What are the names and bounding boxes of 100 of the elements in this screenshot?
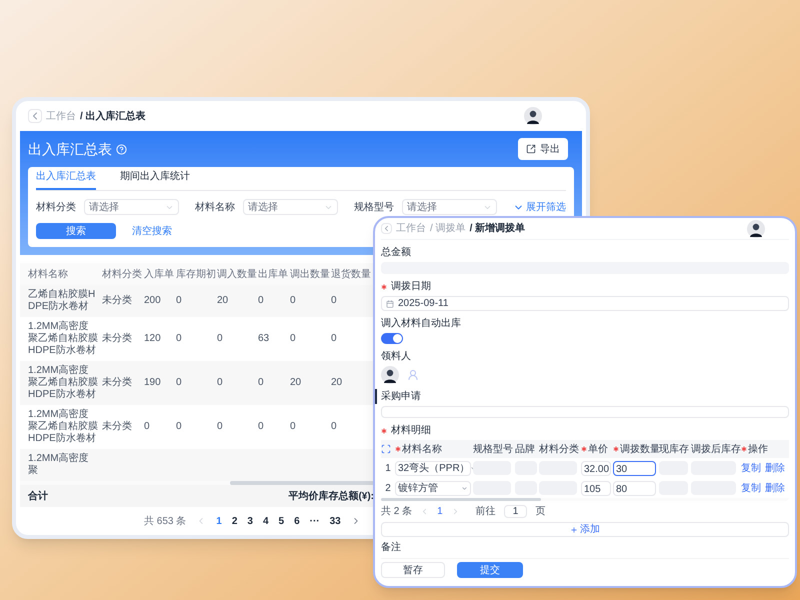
page-number[interactable]: 3 [247,514,253,528]
form-label: 领料人 [381,350,411,364]
table-cell-text: 0 [176,421,183,433]
table-cell-text: 1.2MM高密度聚乙烯自粘胶膜HDPE防水卷材 [28,365,99,401]
page-number[interactable]: 4 [262,514,268,528]
table-cell-text: 0 [217,421,224,433]
filter-label: 材料分类 [36,200,76,214]
table-cell-text: 20 [217,295,230,307]
table-cell-text: 0 [331,295,338,307]
table-cell-text: 63 [258,333,270,345]
column-header: 调拨后库存 [691,442,741,456]
table-cell-text: 0 [258,421,265,433]
filter-label: 材料名称 [195,200,235,214]
column-header: 规格型号 [473,442,513,456]
table-cell-text: 0 [144,421,151,433]
column-header: 调出数量 [290,268,331,282]
add-button[interactable]: 添加 [381,522,789,537]
form-label: 调入材料自动出库 [381,316,461,331]
table-cell-text: 未分类 [102,377,133,389]
column-header: 操作 [748,442,768,456]
column-header: 单价 [588,442,608,456]
form-label: 调拨日期 [391,280,431,294]
page-number[interactable]: 1 [437,504,443,519]
column-header: 材料分类 [539,442,579,456]
table-cell-text: 0 [290,421,297,433]
table-cell-text: 1.2MM高密度聚 [28,453,90,477]
select-field[interactable]: 请选择 [402,199,497,215]
date-field[interactable]: 2025-09-11 [381,296,789,311]
table-cell-text: 乙烯自粘胶膜HDPE防水卷材 [28,289,96,313]
table-cell-text: 120 [144,333,162,345]
material-select[interactable]: 镀锌方管 [395,480,471,496]
table-cell-text: 0 [176,295,183,307]
form-label: 总金额 [381,246,411,260]
page-number[interactable]: 5 [278,514,284,528]
breadcrumb-item[interactable]: / 出入库汇总表 [80,108,146,124]
search-button[interactable]: 搜索 [36,223,116,239]
pagination-total: 共 653 条 [144,514,186,528]
row-action-link[interactable]: 复制 [741,480,761,496]
table-cell-text: 190 [144,377,162,389]
row-action-link[interactable]: 删除 [765,460,785,476]
column-header: 退货数量 [331,268,372,282]
tab[interactable]: 出入库汇总表 [36,169,96,190]
goto-page-field[interactable]: 1 [504,505,528,518]
table-cell-text: 0 [217,333,224,345]
table-cell-text: 200 [144,295,162,307]
table-cell-text: 0 [290,295,297,307]
page-title: 出入库汇总表 [28,140,112,158]
summary-total-label: 平均价库存总额(¥): [288,489,374,504]
column-header: 调入数量 [217,268,258,282]
table-cell-text: 0 [331,333,338,345]
table-cell-text: 未分类 [102,333,133,345]
form-label: 备注 [381,540,402,555]
column-header: 材料分类 [102,268,143,282]
table-cell-text: 0 [217,377,224,389]
pagination-total: 共 2 条 [381,504,412,519]
page-number[interactable]: 1 [216,514,222,528]
column-header: 库存期初 [176,268,217,282]
filter-label: 规格型号 [354,200,394,214]
column-header: 材料名称 [402,442,442,456]
submit-button[interactable]: 提交 [457,562,523,578]
table-cell-text: 0 [258,295,265,307]
table-cell-text: 0 [176,333,183,345]
column-header: 现库存 [659,442,689,456]
table-cell-text: 20 [290,377,302,389]
price-field[interactable]: 32.00 [581,460,611,476]
form-label: 采购申请 [381,390,421,404]
tab[interactable]: 期间出入库统计 [120,169,190,190]
table-cell-text: 0 [331,421,338,433]
goto-label: 前往 [476,504,496,519]
column-header: 材料名称 [28,268,69,282]
save-draft-button[interactable]: 暂存 [381,562,445,578]
page-number[interactable]: ··· [310,514,320,528]
column-header: 品牌 [515,442,535,456]
page-number[interactable]: 33 [330,514,341,528]
table-cell-text: 1.2MM高密度聚乙烯自粘胶膜HDPE防水卷材 [28,409,99,445]
clear-search-link[interactable]: 清空搜索 [132,224,172,238]
page-number[interactable]: 6 [294,514,300,528]
export-button[interactable]: 导出 [518,138,568,160]
table-cell-text: 0 [258,377,265,389]
summary-label: 合计 [28,490,48,504]
quantity-field[interactable]: 30 [613,460,656,476]
page-suffix: 页 [535,505,546,519]
row-index: 2 [384,482,392,496]
expand-filter-link[interactable]: 展开筛选 [513,200,566,214]
column-header: 入库单 [144,268,175,282]
column-header: 调拨数量 [620,442,660,456]
breadcrumb-item[interactable]: / 新增调拨单 [470,221,526,236]
table-cell-text: 未分类 [102,295,133,307]
page-number[interactable]: 2 [232,514,238,528]
price-field[interactable]: 105 [581,480,611,496]
row-action-link[interactable]: 删除 [765,480,785,496]
table-cell-text: 未分类 [102,421,133,433]
table-cell-text: 20 [331,377,344,389]
table-cell-text: 0 [290,333,297,345]
column-header: 出库单 [258,268,289,282]
row-action-link[interactable]: 复制 [741,460,761,476]
table-cell-text: 0 [176,377,183,389]
select-field[interactable]: 请选择 [84,199,179,215]
quantity-field[interactable]: 80 [613,480,656,496]
select-field[interactable]: 请选择 [243,199,338,215]
